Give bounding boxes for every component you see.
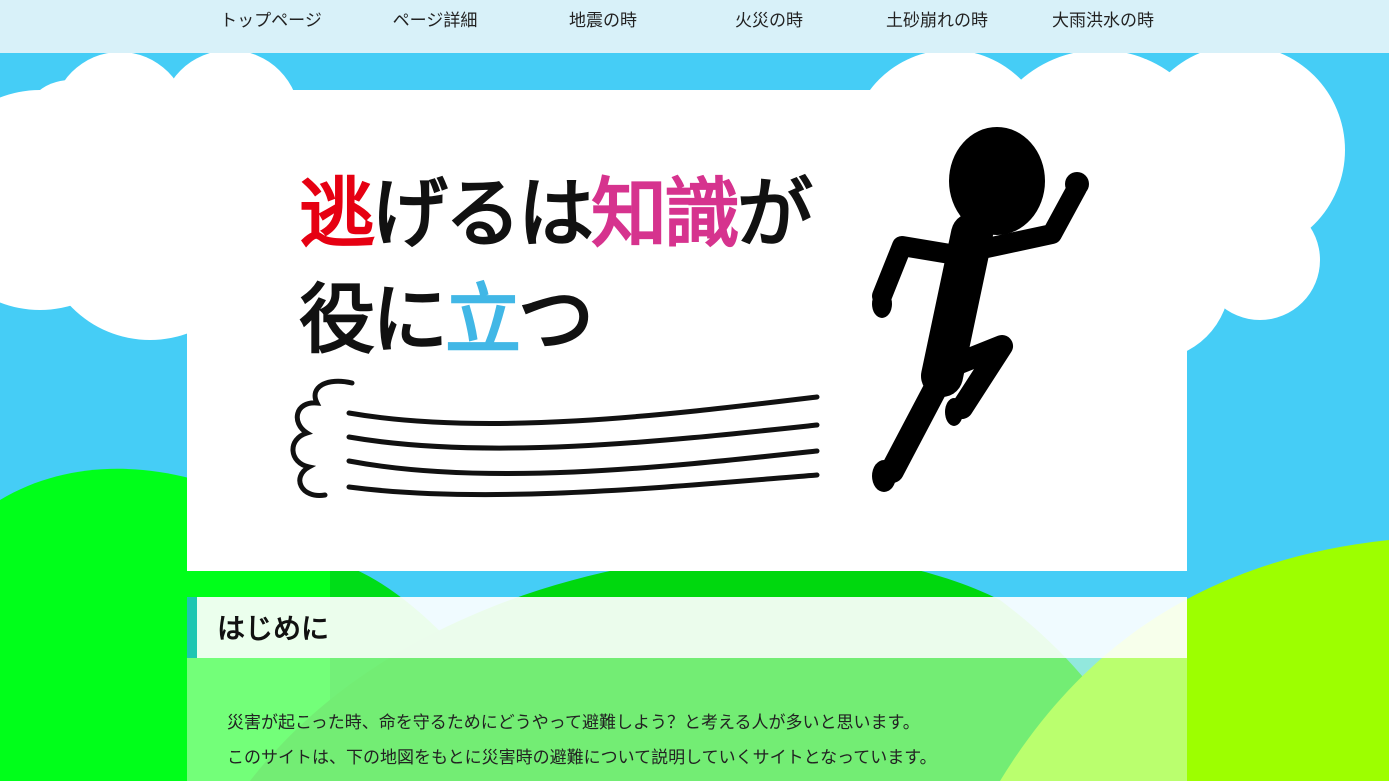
nav-item-earthquake[interactable]: 地震の時 [528, 0, 678, 42]
hero-title-char-escape: 逃 [299, 169, 375, 258]
running-person-icon [872, 127, 1089, 492]
nav-item-top-page[interactable]: トップページ [196, 0, 346, 42]
nav-item-page-details[interactable]: ページ詳細 [360, 0, 510, 42]
intro-section: はじめに 災害が起こった時、命を守るためにどうやって避難しよう？と考える人が多い… [187, 597, 1187, 781]
intro-heading: はじめに [217, 612, 330, 645]
nav-item-landslide[interactable]: 土砂崩れの時 [862, 0, 1012, 42]
hero-title-text: つ [518, 275, 594, 364]
intro-heading-bar: はじめに [187, 597, 1187, 658]
intro-body: 災害が起こった時、命を守るためにどうやって避難しよう？と考える人が多いと思います… [187, 658, 1187, 781]
speed-lines-icon [290, 378, 820, 498]
intro-paragraph-2: このサイトは、下の地図をもとに災害時の避難について説明していくサイトとなっていま… [227, 748, 937, 768]
hero-title-text: が [737, 169, 813, 258]
hero-title-text: げるは [372, 169, 594, 258]
nav-item-heavy-rain-flood[interactable]: 大雨洪水の時 [1028, 0, 1178, 42]
intro-paragraph-1: 災害が起こった時、命を守るためにどうやって避難しよう？と考える人が多いと思います… [227, 713, 920, 733]
hero-title-char-stand: 立 [445, 275, 521, 364]
hero-banner: 逃げるは知識が 役に立つ [187, 90, 1187, 571]
top-navigation: トップページ ページ詳細 地震の時 火災の時 土砂崩れの時 大雨洪水の時 [0, 0, 1389, 53]
hero-title-line-2: 役に立つ [299, 282, 594, 358]
hero-title-text: 役に [299, 275, 448, 364]
hero-title-knowledge: 知識 [591, 169, 740, 258]
nav-item-fire[interactable]: 火災の時 [694, 0, 844, 42]
hero-title-line-1: 逃げるは知識が [299, 176, 813, 252]
